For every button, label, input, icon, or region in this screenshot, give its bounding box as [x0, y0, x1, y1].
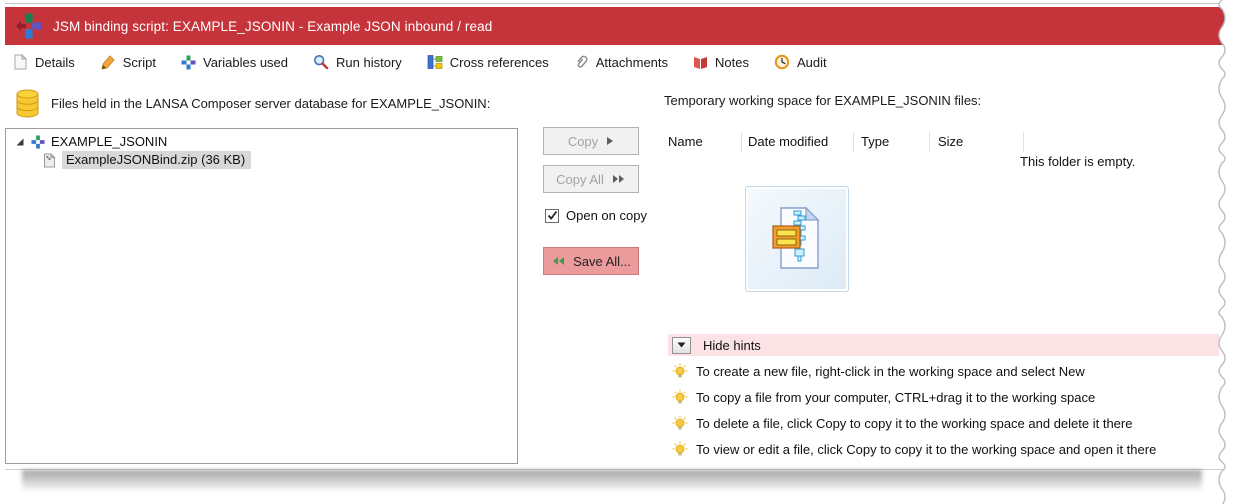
column-header-name[interactable]: Name: [668, 134, 703, 149]
zip-file-icon: [44, 152, 56, 167]
save-all-arrows-icon: [553, 257, 565, 265]
tab-label: Details: [35, 54, 75, 70]
window-title: JSM binding script: EXAMPLE_JSONIN - Exa…: [53, 18, 493, 34]
chevron-down-icon: [677, 342, 686, 348]
working-space-drop-target[interactable]: [745, 186, 849, 292]
open-on-copy-checkbox[interactable]: [545, 208, 559, 223]
hint-text: To delete a file, click Copy to copy it …: [696, 415, 1133, 431]
server-files-label: Files held in the LANSA Composer server …: [51, 96, 491, 111]
checkmark-icon: [547, 210, 557, 220]
book-icon: [694, 56, 708, 69]
hint-item: To copy a file from your computer, CTRL+…: [672, 389, 1095, 405]
column-separator: [929, 132, 930, 152]
empty-folder-message: This folder is empty.: [1020, 154, 1136, 169]
pencil-icon: [101, 55, 115, 70]
open-on-copy-row: Open on copy: [545, 208, 647, 223]
lightbulb-icon: [672, 441, 688, 456]
hints-toggle-button[interactable]: [672, 336, 691, 354]
hierarchy-icon: [427, 54, 443, 69]
column-separator: [853, 132, 854, 152]
variables-cross-icon: [181, 55, 196, 69]
hint-item: To delete a file, click Copy to copy it …: [672, 415, 1132, 431]
zip-archive-icon: [772, 206, 820, 269]
tab-details[interactable]: Details: [13, 54, 75, 70]
hints-bar: Hide hints: [668, 334, 1219, 356]
lightbulb-icon: [672, 389, 688, 404]
server-files-header: Files held in the LANSA Composer server …: [15, 89, 490, 118]
tab-label: Cross references: [449, 54, 549, 70]
column-separator: [1023, 132, 1024, 152]
hint-text: To view or edit a file, click Copy to co…: [696, 441, 1157, 457]
tab-attachments[interactable]: Attachments: [574, 54, 668, 70]
working-space-header: Temporary working space for EXAMPLE_JSON…: [664, 93, 982, 108]
lightbulb-icon: [672, 363, 688, 378]
copy-button-label: Copy: [567, 133, 599, 149]
tree-root-row[interactable]: EXAMPLE_JSONIN: [15, 134, 517, 149]
tab-label: Variables used: [202, 54, 289, 70]
tab-label: Audit: [797, 54, 827, 70]
tab-notes[interactable]: Notes: [693, 55, 749, 70]
tab-label: Attachments: [595, 54, 669, 70]
tab-audit[interactable]: Audit: [774, 54, 827, 70]
lightbulb-icon: [672, 415, 688, 430]
clock-icon: [774, 54, 790, 70]
copy-arrow-icon: [607, 137, 614, 145]
magnifier-icon: [314, 54, 329, 70]
tree-expander-icon[interactable]: [15, 137, 25, 147]
screenshot-bottom-shadow: [22, 470, 1202, 496]
composer-cross-icon: [16, 13, 42, 39]
tab-label: Notes: [715, 54, 749, 70]
tab-cross-references[interactable]: Cross references: [427, 55, 549, 70]
open-on-copy-label: Open on copy: [566, 208, 647, 223]
document-icon: [14, 54, 28, 70]
hint-item: To create a new file, right-click in the…: [672, 363, 1085, 379]
hint-text: To create a new file, right-click in the…: [696, 363, 1085, 379]
tree-file-row[interactable]: ExampleJSONBind.zip (36 KB): [43, 151, 517, 169]
tab-label: Run history: [336, 54, 402, 70]
database-icon: [16, 89, 39, 118]
paperclip-icon: [577, 55, 588, 68]
copy-all-button[interactable]: Copy All: [543, 165, 639, 193]
save-all-button-label: Save All...: [573, 253, 631, 269]
copy-all-button-label: Copy All: [556, 171, 604, 187]
tab-variables-used[interactable]: Variables used: [181, 55, 288, 70]
tree-file-label: ExampleJSONBind.zip (36 KB): [62, 151, 252, 169]
torn-edge: [1218, 0, 1236, 504]
column-header-size[interactable]: Size: [938, 134, 963, 149]
hint-item: To view or edit a file, click Copy to co…: [672, 441, 1156, 457]
hints-toggle-label: Hide hints: [703, 337, 761, 353]
title-bar: JSM binding script: EXAMPLE_JSONIN - Exa…: [5, 7, 1232, 45]
tree-root-label: EXAMPLE_JSONIN: [51, 134, 168, 149]
tab-strip: Details Script Variables used Run histor…: [5, 45, 1232, 79]
column-separator: [741, 132, 742, 152]
column-header-date-modified[interactable]: Date modified: [748, 134, 828, 149]
hint-text: To copy a file from your computer, CTRL+…: [696, 389, 1096, 405]
tab-script[interactable]: Script: [100, 54, 156, 70]
tab-label: Script: [122, 54, 156, 70]
tab-run-history[interactable]: Run history: [313, 54, 402, 70]
column-header-type[interactable]: Type: [861, 134, 889, 149]
server-files-tree[interactable]: EXAMPLE_JSONIN ExampleJSONBind.zip (36 K…: [5, 128, 518, 464]
copy-all-arrows-icon: [612, 175, 624, 183]
copy-button[interactable]: Copy: [543, 127, 639, 155]
save-all-button[interactable]: Save All...: [543, 247, 639, 275]
binding-script-icon: [31, 134, 45, 149]
jsm-binding-script-window: JSM binding script: EXAMPLE_JSONIN - Exa…: [5, 3, 1232, 470]
